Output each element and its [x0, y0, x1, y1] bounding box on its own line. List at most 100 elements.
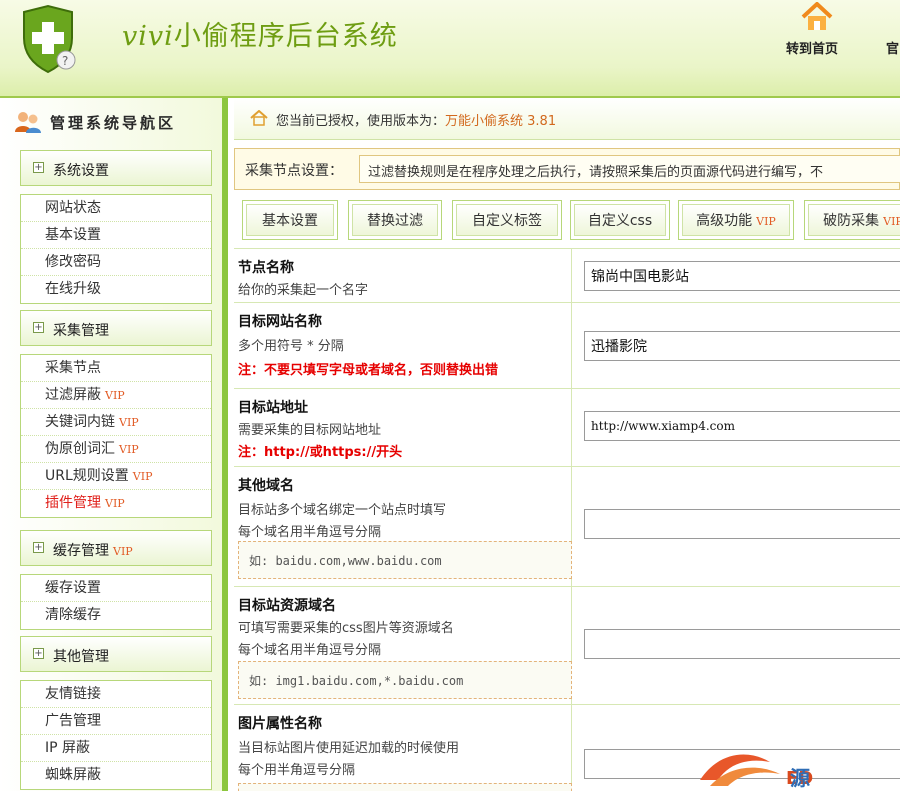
vip-badge: VIP [119, 416, 139, 429]
status-bar: 您当前已授权，使用版本为：万能小偷系统 3.81 [234, 98, 900, 140]
tab-label-text: 破防采集 [823, 213, 880, 229]
form-row-resource-domains: 目标站资源域名 可填写需要采集的css图片等资源域名 每个域名用半角逗号分隔 如… [234, 586, 900, 704]
tab-custom-css[interactable]: 自定义css [570, 200, 670, 240]
status-text: 您当前已授权，使用版本为：万能小偷系统 3.81 [276, 110, 556, 129]
field-title: 节点名称 [238, 260, 294, 276]
field-desc: 每个域名用半角逗号分隔 [238, 525, 382, 540]
field-desc: 可填写需要采集的css图片等资源域名 [238, 621, 454, 636]
nav-group-other[interactable]: + 其他管理 [20, 636, 212, 672]
shield-logo-icon: ? [23, 4, 76, 74]
field-desc: 每个用半角逗号分隔 [238, 763, 356, 778]
node-name-input[interactable] [584, 261, 900, 291]
nav-group-label: 采集管理 [53, 323, 109, 339]
sidebar-item-collect-nodes[interactable]: 采集节点 [21, 355, 211, 382]
sidebar-item-site-status[interactable]: 网站状态 [21, 195, 211, 222]
sidebar-item-pseudo-original[interactable]: 伪原创词汇 VIP [21, 436, 211, 463]
site-link[interactable]: 官 [886, 38, 899, 57]
field-desc: 当目标站图片使用延迟加载的时候使用 [238, 741, 460, 756]
nav-group-label-text: 缓存管理 [53, 543, 109, 559]
nav-title: 管理系统导航区 [50, 114, 177, 132]
version-label: 万能小偷系统 3.81 [445, 114, 557, 129]
users-icon [15, 112, 41, 133]
sidebar-item-online-upgrade[interactable]: 在线升级 [21, 276, 211, 303]
tab-replace-filter[interactable]: 替换过滤 [348, 200, 442, 240]
node-settings-note: 过滤替换规则是在程序处理之后执行，请按照采集后的页面源代码进行编写，不 [359, 155, 900, 183]
nav-group-cache[interactable]: + 缓存管理 VIP [20, 530, 212, 566]
tab-label: 破防采集VIP [808, 204, 900, 236]
sidebar: 管理系统导航区 + 系统设置 网站状态 基本设置 修改密码 在线升级 + 采集管… [0, 98, 228, 791]
form-row-target-name: 目标网站名称 多个用符号 * 分隔 注：不要只填写字母或者域名，否则替换出错 [234, 302, 900, 388]
sidebar-item-cache-settings[interactable]: 缓存设置 [21, 575, 211, 602]
sidebar-item-label: 插件管理 [45, 495, 101, 511]
vip-badge: VIP [883, 215, 900, 228]
sidebar-item-label: 采集节点 [45, 360, 101, 376]
nav-group-system[interactable]: + 系统设置 [20, 150, 212, 186]
sidebar-item-label: 缓存设置 [45, 580, 101, 596]
target-url-input[interactable] [584, 411, 900, 441]
field-title: 图片属性名称 [238, 716, 322, 732]
app-title-latin: vivi [122, 21, 174, 52]
sidebar-item-plugins[interactable]: 插件管理 VIP [21, 490, 211, 517]
tab-basic-settings[interactable]: 基本设置 [242, 200, 338, 240]
tab-label: 自定义标签 [456, 204, 558, 236]
sidebar-item-label: 广告管理 [45, 713, 101, 729]
app-title: vivi小偷程序后台系统 [122, 14, 398, 53]
vip-badge: VIP [105, 497, 125, 510]
vip-badge: VIP [132, 470, 153, 483]
status-message: 您当前已授权，使用版本为： [276, 114, 446, 129]
resource-domains-input[interactable] [584, 629, 900, 659]
expand-icon[interactable]: + [33, 322, 44, 333]
expand-icon[interactable]: + [33, 162, 44, 173]
sidebar-item-change-password[interactable]: 修改密码 [21, 249, 211, 276]
sidebar-item-url-rules[interactable]: URL规则设置 VIP [21, 463, 211, 490]
field-example [238, 783, 572, 791]
tab-label: 替换过滤 [352, 204, 438, 236]
tab-label-text: 高级功能 [696, 213, 753, 229]
sidebar-item-filter[interactable]: 过滤屏蔽 VIP [21, 382, 211, 409]
field-example: 如: baidu.com,www.baidu.com [238, 541, 572, 579]
sidebar-item-spider-block[interactable]: 蜘蛛屏蔽 [21, 762, 211, 789]
field-example: 如: img1.baidu.com,*.baidu.com [238, 661, 572, 699]
vip-badge: VIP [113, 545, 133, 558]
form-row-other-domains: 其他域名 目标站多个域名绑定一个站点时填写 每个域名用半角逗号分隔 如: bai… [234, 466, 900, 586]
target-name-input[interactable] [584, 331, 900, 361]
sidebar-item-label: 蜘蛛屏蔽 [45, 767, 101, 783]
field-desc: 给你的采集起一个名字 [238, 283, 369, 298]
nav-group-label: 缓存管理 VIP [53, 540, 133, 560]
tab-label: 高级功能 VIP [682, 204, 790, 236]
sidebar-item-ads[interactable]: 广告管理 [21, 708, 211, 735]
home-icon[interactable] [800, 2, 834, 32]
settings-tabs: 基本设置 替换过滤 自定义标签 自定义css 高级功能VIP 破防采集VIP [242, 200, 900, 242]
other-domains-input[interactable] [584, 509, 900, 539]
expand-icon[interactable]: + [33, 542, 44, 553]
field-title: 目标站资源域名 [238, 598, 336, 614]
sidebar-item-friend-links[interactable]: 友情链接 [21, 681, 211, 708]
home-link[interactable]: 转到首页 [786, 38, 838, 57]
vip-badge: VIP [756, 215, 776, 228]
sidebar-item-basic-settings[interactable]: 基本设置 [21, 222, 211, 249]
app-header: ? vivi小偷程序后台系统 转到首页 官 [0, 0, 900, 98]
tab-custom-tags[interactable]: 自定义标签 [452, 200, 562, 240]
sidebar-item-clear-cache[interactable]: 清除缓存 [21, 602, 211, 629]
sidebar-item-label: IP 屏蔽 [45, 740, 91, 756]
nav-group-collect[interactable]: + 采集管理 [20, 310, 212, 346]
sidebar-item-label: 基本设置 [45, 227, 101, 243]
field-desc: 多个用符号 * 分隔 [238, 339, 344, 354]
field-title: 目标网站名称 [238, 314, 322, 330]
sidebar-item-keyword-links[interactable]: 关键词内链 VIP [21, 409, 211, 436]
sidebar-item-ip-block[interactable]: IP 屏蔽 [21, 735, 211, 762]
sidebar-item-label: 伪原创词汇 [45, 441, 115, 457]
node-settings-label: 采集节点设置： [245, 163, 343, 179]
home-small-icon [250, 110, 268, 126]
field-desc: 每个域名用半角逗号分隔 [238, 643, 382, 658]
expand-icon[interactable]: + [33, 648, 44, 659]
sidebar-item-label: 关键词内链 [45, 414, 115, 430]
form-row-node-name: 节点名称 给你的采集起一个名字 [234, 248, 900, 302]
field-title: 目标站地址 [238, 400, 308, 416]
sidebar-item-label: 在线升级 [45, 281, 101, 297]
field-warning: 注：http://或https://开头 [238, 445, 403, 460]
field-warning: 注：不要只填写字母或者域名，否则替换出错 [238, 363, 499, 378]
tab-advanced[interactable]: 高级功能 VIP [678, 200, 794, 240]
tab-anti-block[interactable]: 破防采集VIP [804, 200, 900, 240]
field-title: 其他域名 [238, 478, 294, 494]
